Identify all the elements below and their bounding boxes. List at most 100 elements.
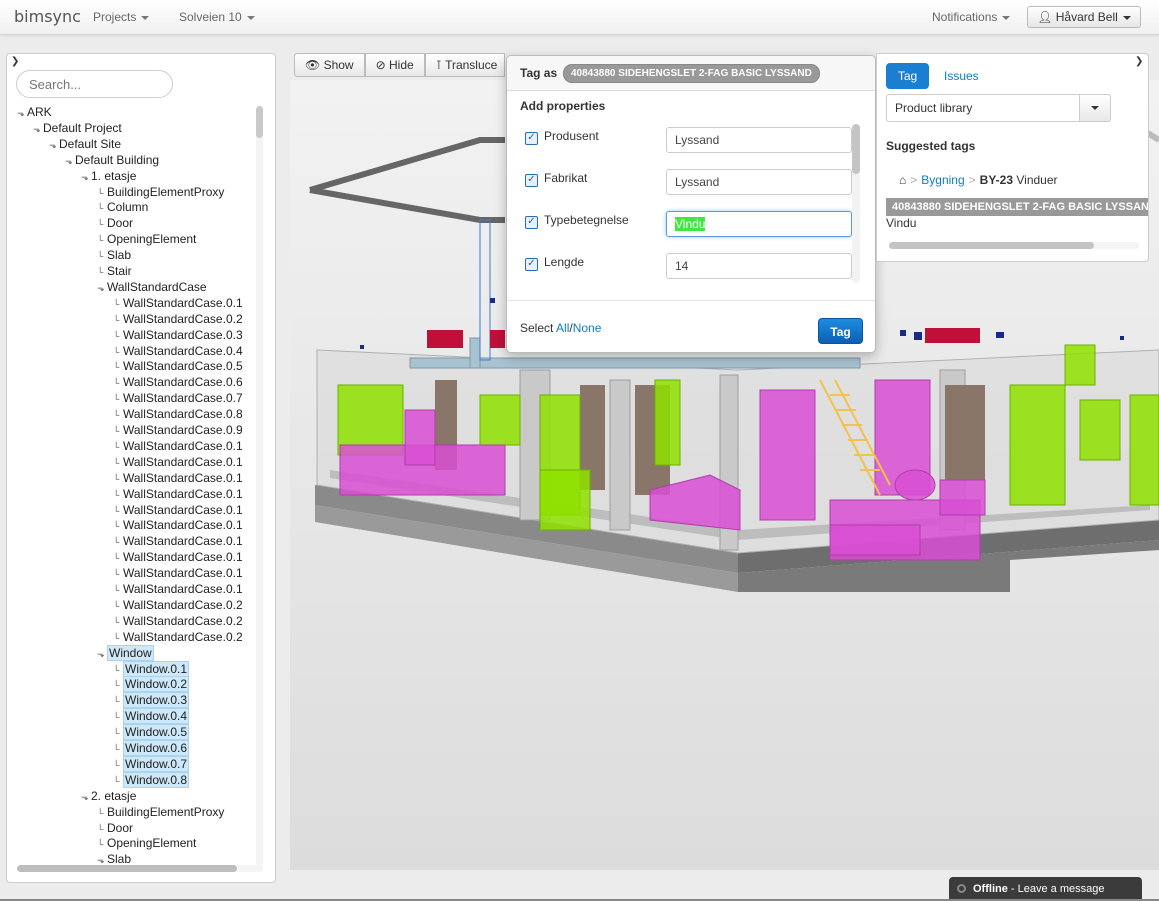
tree-node[interactable]: └ Slab (97, 247, 131, 263)
tree-node[interactable]: └ WallStandardCase.0.1 (113, 454, 243, 470)
tree-node[interactable]: └ WallStandardCase.0.1 (113, 549, 243, 565)
expand-toggle-icon[interactable]: ⬎ (97, 280, 107, 296)
brand-logo[interactable]: bimsync (14, 7, 81, 26)
tree-node[interactable]: └ Window.0.6 (113, 740, 190, 756)
tree-node-label: Window (107, 644, 154, 661)
tree-node[interactable]: └ BuildingElementProxy (97, 184, 224, 200)
property-checkbox[interactable]: ✓ (525, 258, 538, 271)
select-none-link[interactable]: None (573, 321, 602, 335)
tree-node[interactable]: └ WallStandardCase.0.1 (113, 517, 243, 533)
tree-node[interactable]: └ WallStandardCase.0.5 (113, 358, 243, 374)
tree-node[interactable]: └ Window.0.5 (113, 724, 190, 741)
projects-label: Projects (93, 10, 137, 24)
tree-horizontal-scrollbar[interactable] (17, 865, 263, 872)
chevron-down-icon[interactable]: ❯ (11, 56, 19, 67)
selected-text: Vindu (675, 217, 706, 231)
tree-node[interactable]: └ BuildingElementProxy (97, 804, 224, 820)
tree-node[interactable]: └ WallStandardCase.0.2 (113, 311, 243, 327)
tree-node[interactable]: └ WallStandardCase.0.1 (113, 502, 243, 518)
scrollbar-thumb[interactable] (256, 106, 263, 138)
chat-widget[interactable]: Offline - Leave a message (949, 877, 1142, 901)
tree-node-label: WallStandardCase.0.1 (123, 566, 243, 581)
property-checkbox[interactable]: ✓ (525, 174, 538, 187)
tree-node[interactable]: └ WallStandardCase.0.2 (113, 597, 243, 613)
hide-button[interactable]: ⊘ Hide (364, 53, 425, 77)
tree-search-input[interactable] (16, 70, 173, 98)
project-dropdown[interactable]: Solveien 10 (179, 10, 255, 24)
tree-node[interactable]: ⬎ Default Building (65, 152, 159, 168)
projects-dropdown[interactable]: Projects (93, 10, 150, 24)
scrollbar-thumb[interactable] (852, 124, 860, 174)
scrollbar-thumb[interactable] (17, 865, 237, 872)
property-checkbox[interactable]: ✓ (525, 132, 538, 145)
properties-scrollbar[interactable] (852, 124, 860, 282)
tag-name-badge: 40843880 SIDEHENGSLET 2-FAG BASIC LYSSAN… (563, 64, 820, 83)
tree-node[interactable]: └ WallStandardCase.0.3 (113, 327, 243, 343)
suggested-tags-scrollbar[interactable] (889, 242, 1139, 249)
notifications-dropdown[interactable]: Notifications (932, 10, 1011, 24)
tree-node[interactable]: └ WallStandardCase.0.6 (113, 374, 243, 390)
tree-node[interactable]: └ WallStandardCase.0.9 (113, 422, 243, 438)
tree-node[interactable]: └ Window.0.4 (113, 708, 190, 725)
home-icon[interactable]: ⌂ (899, 173, 906, 187)
library-select[interactable]: Product library (886, 94, 1111, 122)
expand-toggle-icon[interactable]: ⬎ (81, 169, 91, 185)
tag-button[interactable]: Tag (818, 318, 863, 344)
expand-toggle-icon[interactable]: ⬎ (49, 137, 59, 153)
property-value-input[interactable]: Vindu (666, 211, 852, 237)
tab-tag[interactable]: Tag (886, 63, 929, 89)
tree-node[interactable]: └ Window.0.3 (113, 692, 190, 709)
tree-node[interactable]: └ WallStandardCase.0.1 (113, 533, 243, 549)
select-all-link[interactable]: All (556, 321, 569, 335)
expand-toggle-icon[interactable]: ⬎ (81, 789, 91, 805)
tree-node[interactable]: └ Door (97, 215, 133, 231)
tree-node[interactable]: └ WallStandardCase.0.1 (113, 470, 243, 486)
tree-node[interactable]: └ WallStandardCase.0.2 (113, 629, 243, 645)
tree-node[interactable]: ⬎ Default Site (49, 136, 121, 152)
library-select-toggle[interactable] (1079, 94, 1111, 122)
property-value-input[interactable] (666, 169, 852, 195)
breadcrumb-link-bygning[interactable]: Bygning (921, 173, 964, 187)
expand-toggle-icon[interactable]: ⬎ (17, 105, 27, 121)
property-value-input[interactable] (666, 253, 852, 279)
property-checkbox[interactable]: ✓ (525, 216, 538, 229)
tree-node[interactable]: └ WallStandardCase.0.1 (113, 486, 243, 502)
user-menu-button[interactable]: 👤︎ Håvard Bell (1027, 6, 1141, 28)
tree-branch-icon: └ (113, 569, 120, 580)
chevron-down-icon[interactable]: ❯ (1135, 56, 1143, 67)
tree-vertical-scrollbar[interactable] (256, 106, 263, 866)
tree-node[interactable]: └ WallStandardCase.0.2 (113, 613, 243, 629)
expand-toggle-icon[interactable]: ⬎ (33, 121, 43, 137)
tree-node[interactable]: └ OpeningElement (97, 231, 196, 247)
tree-node[interactable]: ⬎ Default Project (33, 120, 122, 136)
tree-node[interactable]: ⬎ WallStandardCase (97, 279, 207, 295)
suggested-tag-badge[interactable]: 40843880 SIDEHENGSLET 2-FAG BASIC LYSSAN… (886, 198, 1148, 216)
property-value-input[interactable] (666, 127, 852, 153)
tree-node[interactable]: └ Window.0.7 (113, 755, 190, 772)
tree-node[interactable]: └ WallStandardCase.0.4 (113, 343, 243, 359)
tree-node[interactable]: └ WallStandardCase.0.8 (113, 406, 243, 422)
tree-node[interactable]: └ Window.0.2 (113, 676, 190, 693)
tree-node[interactable]: └ WallStandardCase.0.1 (113, 295, 243, 311)
tree-node[interactable]: ⬎ 2. etasje (81, 788, 136, 804)
expand-toggle-icon[interactable]: ⬎ (65, 153, 75, 169)
tree-node[interactable]: └ Door (97, 820, 133, 836)
tree-node[interactable]: ⬎ Window (97, 644, 154, 662)
tab-issues[interactable]: Issues (944, 69, 979, 83)
scrollbar-thumb[interactable] (889, 242, 1094, 249)
translucent-button[interactable]: ⊺ Transluce (424, 53, 505, 77)
tree-node[interactable]: └ WallStandardCase.0.1 (113, 565, 243, 581)
tree-node[interactable]: └ Column (97, 199, 148, 215)
tree-node[interactable]: └ WallStandardCase.0.1 (113, 581, 243, 597)
tree-branch-icon: └ (113, 600, 120, 611)
tree-node[interactable]: └ OpeningElement (97, 835, 196, 851)
tree-node[interactable]: └ WallStandardCase.0.7 (113, 390, 243, 406)
tree-node[interactable]: └ Stair (97, 263, 132, 279)
expand-toggle-icon[interactable]: ⬎ (97, 646, 107, 662)
show-button[interactable]: 👁︎ Show (294, 53, 365, 77)
tree-node[interactable]: ⬎ ARK (17, 104, 52, 120)
tree-node[interactable]: ⬎ 1. etasje (81, 168, 136, 184)
tree-node[interactable]: └ Window.0.1 (113, 660, 190, 677)
tree-node[interactable]: └ Window.0.8 (113, 771, 190, 788)
tree-node[interactable]: └ WallStandardCase.0.1 (113, 438, 243, 454)
